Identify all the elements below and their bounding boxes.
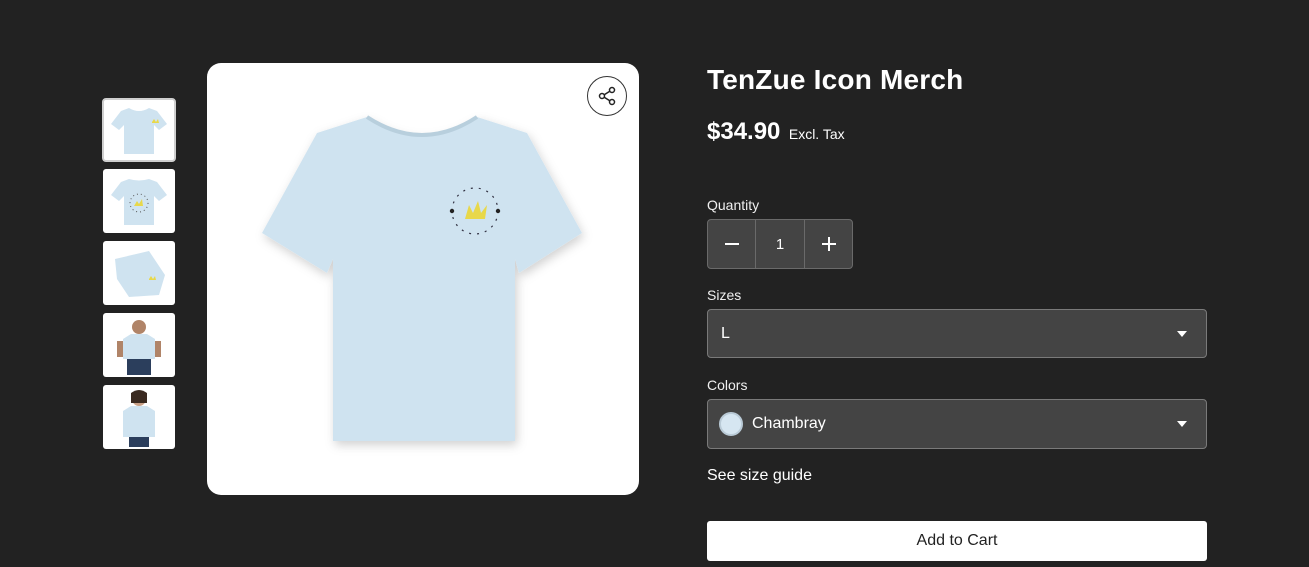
sizes-label: Sizes	[707, 287, 742, 303]
tax-note: Excl. Tax	[788, 126, 845, 142]
price-row: $34.90 Excl. Tax	[707, 118, 845, 146]
chevron-down-icon	[1177, 331, 1187, 337]
product-title: TenZue Icon Merch	[707, 64, 964, 95]
thumbnail-model-female[interactable]	[103, 385, 175, 449]
decrease-quantity-button[interactable]	[707, 219, 756, 269]
thumbnail-shirt-front[interactable]	[102, 98, 176, 162]
product-price: $34.90	[707, 118, 781, 145]
quantity-label: Quantity	[707, 197, 760, 213]
share-button[interactable]	[587, 76, 627, 116]
quantity-value[interactable]: 1	[756, 219, 804, 269]
thumbnail-list	[102, 98, 176, 457]
minus-icon	[724, 243, 739, 245]
add-to-cart-button[interactable]: Add to Cart	[707, 521, 1207, 561]
size-select[interactable]: L	[707, 309, 1207, 358]
colors-label: Colors	[707, 377, 748, 393]
size-guide-link[interactable]: See size guide	[707, 467, 812, 485]
tshirt-image	[262, 115, 582, 441]
thumbnail-model-male[interactable]	[103, 313, 175, 377]
chevron-down-icon	[1177, 421, 1187, 427]
thumbnail-shirt-back[interactable]	[103, 169, 175, 233]
plus-icon	[821, 237, 836, 251]
thumbnail-shirt-folded[interactable]	[103, 241, 175, 305]
color-selected-value: Chambray	[752, 415, 826, 432]
product-main-image	[207, 63, 639, 495]
increase-quantity-button[interactable]	[804, 219, 853, 269]
color-swatch	[719, 412, 743, 436]
quantity-stepper: 1	[707, 219, 853, 269]
share-icon	[598, 86, 616, 106]
color-select[interactable]: Chambray	[707, 399, 1207, 449]
size-selected-value: L	[721, 324, 730, 342]
